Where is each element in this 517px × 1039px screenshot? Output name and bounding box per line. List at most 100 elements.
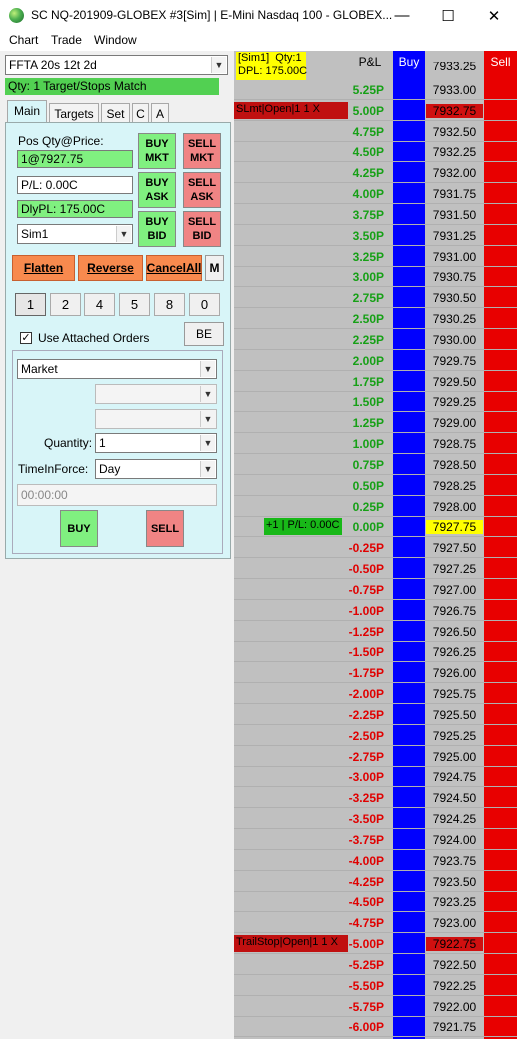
quantity-select[interactable]: 1 ▼	[95, 433, 217, 453]
ladder-row[interactable]: -0.25P 7927.50	[234, 538, 517, 559]
tab-a[interactable]: A	[151, 103, 169, 123]
row-price[interactable]: 7927.25	[426, 562, 483, 576]
use-attached-orders-checkbox[interactable]: ✓	[20, 332, 32, 344]
row-price[interactable]: 7930.25	[426, 312, 483, 326]
tab-set[interactable]: Set	[101, 103, 130, 123]
qty-preset-0[interactable]: 0	[189, 293, 220, 316]
sell-bid-button[interactable]: SELL BID	[183, 211, 221, 247]
ladder-row[interactable]: 1.50P 7929.25	[234, 392, 517, 413]
ladder-row[interactable]: -1.50P 7926.25	[234, 642, 517, 663]
ladder-row[interactable]: 2.50P 7930.25	[234, 309, 517, 330]
row-price[interactable]: 7929.50	[426, 375, 483, 389]
ladder-row[interactable]: -0.75P 7927.00	[234, 580, 517, 600]
ladder-row[interactable]: -5.00P 7922.75 TrailStop|Open|1 1 X	[234, 934, 517, 955]
menu-trade[interactable]: Trade	[51, 33, 82, 47]
ladder-row[interactable]: 2.25P 7930.00	[234, 330, 517, 350]
row-price[interactable]: 7926.00	[426, 666, 483, 680]
ladder-row[interactable]: -1.25P 7926.50	[234, 622, 517, 642]
ladder-row[interactable]: -3.50P 7924.25	[234, 809, 517, 830]
ladder-row[interactable]: 5.25P 7933.00	[234, 80, 517, 100]
row-price[interactable]: 7928.25	[426, 479, 483, 493]
ladder-row[interactable]: 5.00P 7932.75 SLmt|Open|1 1 X	[234, 101, 517, 121]
row-price[interactable]: 7922.25	[426, 979, 483, 993]
order-type-select[interactable]: Market ▼	[17, 359, 217, 379]
menu-chart[interactable]: Chart	[9, 33, 38, 47]
buy-bid-button[interactable]: BUY BID	[138, 211, 176, 247]
row-price[interactable]: 7931.75	[426, 187, 483, 201]
row-price[interactable]: 7930.50	[426, 291, 483, 305]
price2-select[interactable]: ▼	[95, 409, 217, 429]
row-price[interactable]: 7929.25	[426, 395, 483, 409]
ladder-row[interactable]: -2.50P 7925.25	[234, 726, 517, 746]
sell-column-header[interactable]: Sell	[484, 51, 517, 73]
reverse-button[interactable]: Reverse	[78, 255, 143, 281]
m-button[interactable]: M	[205, 255, 224, 281]
row-price[interactable]: 7922.50	[426, 958, 483, 972]
ladder-row[interactable]: 2.00P 7929.75	[234, 351, 517, 371]
row-price[interactable]: 7928.50	[426, 458, 483, 472]
ladder-row[interactable]: -4.75P 7923.00	[234, 913, 517, 934]
ladder-row[interactable]: -2.25P 7925.50	[234, 705, 517, 725]
qty-preset-8[interactable]: 8	[154, 293, 185, 316]
row-price[interactable]: 7924.00	[426, 833, 483, 847]
row-price[interactable]: 7923.50	[426, 875, 483, 889]
minimize-button[interactable]: —	[379, 0, 425, 31]
row-price[interactable]: 7931.25	[426, 229, 483, 243]
row-price[interactable]: 7925.75	[426, 687, 483, 701]
cancel-all-button[interactable]: CancelAll	[146, 255, 202, 281]
ladder-row[interactable]: 4.00P 7931.75	[234, 184, 517, 205]
flatten-button[interactable]: Flatten	[12, 255, 75, 281]
row-price[interactable]: 7923.25	[426, 895, 483, 909]
row-price[interactable]: 7921.75	[426, 1020, 483, 1034]
ladder-row[interactable]: -1.75P 7926.00	[234, 663, 517, 684]
row-price[interactable]: 7922.75	[426, 937, 483, 952]
time-input[interactable]: 00:00:00	[17, 484, 217, 506]
ladder-row[interactable]: -4.50P 7923.25	[234, 892, 517, 913]
row-price[interactable]: 7926.50	[426, 625, 483, 639]
row-price[interactable]: 7933.00	[426, 83, 483, 97]
ladder-row[interactable]: 3.00P 7930.75	[234, 267, 517, 288]
ladder-row[interactable]: 1.00P 7928.75	[234, 434, 517, 455]
ladder-row[interactable]: -5.25P 7922.50	[234, 955, 517, 975]
row-price[interactable]: 7927.75	[426, 520, 483, 535]
ladder-row[interactable]: 4.75P 7932.50	[234, 122, 517, 142]
close-button[interactable]: ✕	[471, 0, 517, 31]
row-price[interactable]: 7928.75	[426, 437, 483, 451]
row-price[interactable]: 7924.25	[426, 812, 483, 826]
ladder-row[interactable]: 4.25P 7932.00	[234, 163, 517, 184]
ladder-row[interactable]: 3.75P 7931.50	[234, 205, 517, 225]
ladder-row[interactable]: 2.75P 7930.50	[234, 288, 517, 309]
ladder-row[interactable]: 4.50P 7932.25	[234, 142, 517, 163]
sell-market-button[interactable]: SELL MKT	[183, 133, 221, 169]
ladder-row[interactable]: 1.25P 7929.00	[234, 413, 517, 434]
row-price[interactable]: 7932.25	[426, 145, 483, 159]
price1-select[interactable]: ▼	[95, 384, 217, 404]
working-order-tag[interactable]: TrailStop|Open|1 1 X	[234, 935, 348, 953]
qty-preset-5[interactable]: 5	[119, 293, 150, 316]
tab-c[interactable]: C	[132, 103, 149, 123]
sell-button[interactable]: SELL	[146, 510, 184, 547]
row-price[interactable]: 7923.75	[426, 854, 483, 868]
row-price[interactable]: 7931.50	[426, 208, 483, 222]
row-price[interactable]: 7925.25	[426, 729, 483, 743]
row-price[interactable]: 7932.75	[426, 103, 483, 118]
account-select[interactable]: Sim1 ▼	[17, 224, 133, 244]
row-price[interactable]: 7931.00	[426, 250, 483, 264]
row-price[interactable]: 7929.00	[426, 416, 483, 430]
ladder-row[interactable]: -3.75P 7924.00	[234, 830, 517, 850]
ladder-row[interactable]: -4.00P 7923.75	[234, 851, 517, 871]
buy-column-header[interactable]: Buy	[393, 51, 425, 73]
ladder-row[interactable]: -3.00P 7924.75	[234, 767, 517, 788]
row-price[interactable]: 7928.00	[426, 500, 483, 514]
row-price[interactable]: 7930.00	[426, 333, 483, 347]
row-price[interactable]: 7932.50	[426, 125, 483, 139]
row-price[interactable]: 7930.75	[426, 270, 483, 284]
ladder-row[interactable]: -5.75P 7922.00	[234, 997, 517, 1017]
row-price[interactable]: 7932.00	[426, 166, 483, 180]
ladder-row[interactable]: 0.00P 7927.75 +1 | P/L: 0.00C	[234, 517, 517, 538]
tab-targets[interactable]: Targets	[49, 103, 99, 123]
maximize-button[interactable]: ☐	[425, 0, 471, 31]
row-price[interactable]: 7929.75	[426, 354, 483, 368]
row-price[interactable]: 7923.00	[426, 916, 483, 930]
ladder-row[interactable]: 0.75P 7928.50	[234, 455, 517, 475]
